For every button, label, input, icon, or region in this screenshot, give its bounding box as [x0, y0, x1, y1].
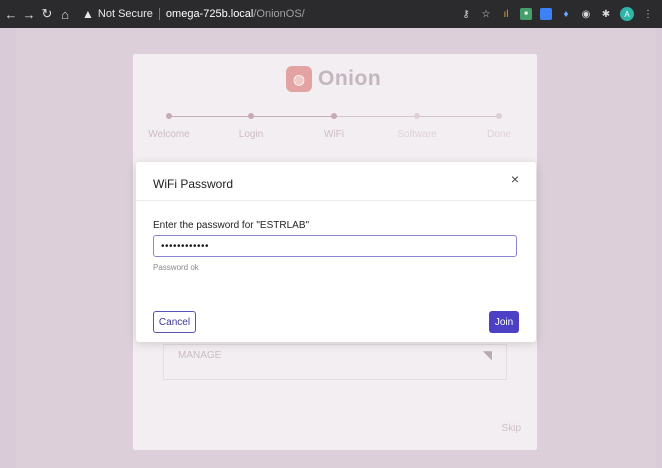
extension-circle-icon[interactable]: ◉ — [580, 8, 592, 20]
forward-arrow-icon[interactable]: → — [20, 0, 38, 28]
browser-toolbar: ← → ↻ ⌂ ▲ Not Secure omega-725b.local/On… — [0, 0, 662, 28]
extension-drop-icon[interactable]: ♦ — [560, 8, 572, 20]
security-status[interactable]: Not Secure — [98, 8, 153, 20]
password-field[interactable] — [153, 235, 517, 257]
join-button[interactable]: Join — [489, 311, 519, 333]
address-bar[interactable]: ▲ Not Secure omega-725b.local/OnionOS/ — [82, 4, 460, 24]
step-welcome: Welcome — [139, 112, 199, 140]
password-hint: Password ok — [153, 263, 199, 272]
address-separator — [158, 8, 160, 20]
kebab-menu-icon[interactable]: ⋮ — [642, 8, 654, 20]
logo-text: Onion — [318, 67, 382, 90]
onion-logo: ◍ Onion — [286, 66, 381, 92]
step-wifi: WiFi — [304, 112, 364, 140]
setup-stepper: Welcome Login WiFi Software Done — [148, 112, 517, 142]
key-icon[interactable]: ⚷ — [460, 8, 472, 20]
avatar[interactable]: A — [620, 7, 634, 21]
puzzle-icon[interactable]: ✱ — [600, 8, 612, 20]
modal-title: WiFi Password — [153, 177, 234, 191]
star-icon[interactable]: ☆ — [480, 8, 492, 20]
manage-networks-row[interactable]: MANAGE ◥ — [163, 344, 507, 380]
reload-icon[interactable]: ↻ — [38, 0, 56, 28]
step-label: WiFi — [324, 129, 344, 140]
step-dot — [496, 113, 502, 119]
home-icon[interactable]: ⌂ — [56, 0, 74, 28]
extension-chart-icon[interactable]: ıl — [500, 8, 512, 20]
step-label: Login — [238, 129, 264, 140]
step-label: Software — [397, 129, 437, 140]
password-prompt: Enter the password for "ESTRLAB" — [153, 220, 310, 231]
cancel-button[interactable]: Cancel — [153, 311, 196, 333]
modal-divider — [136, 200, 536, 201]
step-done: Done — [469, 112, 529, 140]
extension-blue-icon[interactable] — [540, 8, 552, 20]
toolbar-tray: ⚷ ☆ ıl ■ ♦ ◉ ✱ A ⋮ — [460, 7, 654, 21]
wifi-password-modal: WiFi Password × Enter the password for "… — [136, 162, 536, 342]
step-login: Login — [221, 112, 281, 140]
url-host[interactable]: omega-725b.local — [166, 8, 253, 20]
wifi-lock-icon: ◥ — [482, 348, 492, 362]
step-software: Software — [387, 112, 447, 140]
step-dot — [248, 113, 254, 119]
step-label: Done — [487, 129, 511, 140]
step-dot — [331, 113, 337, 119]
onion-flame-icon: ◍ — [286, 66, 312, 92]
close-icon[interactable]: × — [511, 172, 519, 186]
manage-label: MANAGE — [178, 350, 222, 361]
step-label: Welcome — [148, 129, 190, 140]
step-dot — [414, 113, 420, 119]
step-dot — [166, 113, 172, 119]
extension-green-icon[interactable]: ■ — [520, 8, 532, 20]
warning-triangle-icon[interactable]: ▲ — [82, 7, 94, 21]
url-path[interactable]: /OnionOS/ — [253, 8, 304, 20]
back-arrow-icon[interactable]: ← — [2, 0, 20, 28]
skip-link[interactable]: Skip — [502, 423, 521, 434]
